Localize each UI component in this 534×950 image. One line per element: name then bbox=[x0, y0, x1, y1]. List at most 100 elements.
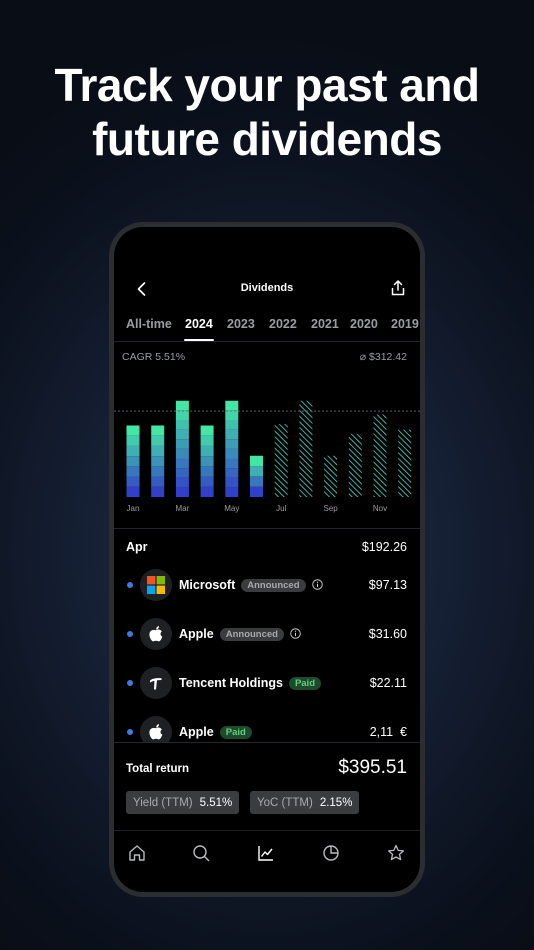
tab-2023[interactable]: 2023 bbox=[227, 317, 255, 331]
yield-label: Yield (TTM) bbox=[133, 796, 193, 809]
tick-label-sep: Sep bbox=[323, 504, 338, 513]
bar-segment bbox=[126, 425, 140, 436]
dividend-amount: $97.13 bbox=[368, 578, 407, 592]
company-name-text: Tencent Holdings bbox=[179, 676, 283, 690]
yoc-value: 2.15% bbox=[319, 796, 353, 809]
bar-segment bbox=[126, 466, 140, 477]
pie-chart-icon[interactable] bbox=[320, 842, 342, 864]
share-icon[interactable] bbox=[388, 278, 408, 298]
chart-divider bbox=[114, 528, 420, 529]
tick-label-nov: Nov bbox=[372, 504, 388, 513]
headline: Track your past and future dividends bbox=[0, 58, 534, 166]
bar-segment bbox=[175, 448, 189, 459]
bar-aug[interactable] bbox=[299, 400, 313, 497]
bar-segment bbox=[175, 400, 189, 411]
chart-x-axis: Jan Mar May Jul Sep Nov bbox=[114, 504, 420, 516]
phone-screen: Dividends All-time 2024 2023 2022 2021 2… bbox=[114, 227, 420, 892]
company-name: Apple Announced bbox=[179, 627, 301, 641]
yoc-label: YoC (TTM) bbox=[257, 796, 313, 809]
bar-segment bbox=[151, 456, 165, 467]
chart-icon[interactable] bbox=[255, 842, 277, 864]
yield-chip: Yield (TTM) 5.51% bbox=[126, 791, 240, 814]
bar-segment bbox=[175, 410, 189, 420]
list-item[interactable]: Microsoft Announced $97.13 bbox=[114, 566, 420, 604]
bar-segment bbox=[225, 410, 239, 420]
bar-dec[interactable] bbox=[398, 429, 412, 497]
bar-segment bbox=[175, 458, 189, 469]
status-badge: Announced bbox=[241, 579, 306, 592]
dividend-list[interactable]: Microsoft Announced $97.13 Apple Announced… bbox=[114, 560, 420, 742]
bar-nov[interactable] bbox=[373, 414, 387, 498]
dividend-amount: 2,11 € bbox=[369, 725, 407, 739]
company-name-text: Apple bbox=[179, 627, 214, 641]
status-dot bbox=[127, 631, 133, 637]
search-icon[interactable] bbox=[190, 842, 212, 864]
bar-segment bbox=[175, 468, 189, 478]
bar-jul[interactable] bbox=[274, 424, 288, 497]
bar-segment bbox=[126, 456, 140, 467]
page-title: Dividends bbox=[240, 282, 294, 294]
bar-segment bbox=[126, 445, 140, 457]
bar-segment bbox=[175, 420, 189, 430]
bar-mar[interactable] bbox=[175, 400, 189, 497]
cagr-label: CAGR 5.51% bbox=[122, 351, 186, 363]
bar-feb[interactable] bbox=[151, 425, 165, 498]
bar-segment bbox=[225, 400, 239, 411]
list-item[interactable]: Tencent Holdings Paid $22.11 bbox=[114, 664, 420, 702]
bar-segment bbox=[200, 435, 214, 446]
tab-2024[interactable]: 2024 bbox=[185, 317, 213, 331]
total-return-value: $395.51 bbox=[338, 757, 407, 778]
bar-apr[interactable] bbox=[200, 425, 214, 498]
company-name: Microsoft Announced bbox=[179, 578, 323, 592]
bar-segment bbox=[151, 476, 165, 487]
bar-forecast bbox=[299, 400, 313, 497]
bar-segment bbox=[225, 487, 239, 497]
tabs-divider bbox=[114, 341, 420, 342]
bar-segment bbox=[225, 429, 239, 440]
bar-segment bbox=[250, 476, 263, 487]
tick-label-jan: Jan bbox=[126, 504, 140, 513]
bar-segment bbox=[250, 486, 263, 497]
star-icon[interactable] bbox=[385, 842, 407, 864]
list-item[interactable]: Apple Announced $31.60 bbox=[114, 615, 420, 653]
bar-segment bbox=[225, 477, 239, 488]
tab-2022[interactable]: 2022 bbox=[269, 317, 297, 331]
bar-jan[interactable] bbox=[126, 425, 140, 498]
bar-jun[interactable] bbox=[250, 455, 263, 497]
bar-forecast bbox=[398, 429, 412, 497]
microsoft-logo-icon bbox=[140, 569, 172, 601]
summary-divider bbox=[114, 742, 420, 743]
info-icon[interactable] bbox=[290, 628, 301, 639]
headline-line-1: Track your past and bbox=[54, 59, 480, 111]
tab-2019[interactable]: 2019 bbox=[391, 317, 419, 331]
list-item[interactable]: Apple Paid 2,11 € bbox=[114, 713, 420, 742]
bar-segment bbox=[175, 429, 189, 440]
bar-segment bbox=[175, 487, 189, 497]
dividend-amount: $22.11 bbox=[369, 676, 407, 690]
bar-segment bbox=[175, 477, 189, 488]
tab-2021[interactable]: 2021 bbox=[311, 317, 339, 331]
bar-segment bbox=[225, 468, 239, 478]
bar-segment bbox=[200, 425, 214, 436]
company-name: Tencent Holdings Paid bbox=[179, 676, 321, 690]
bar-may[interactable] bbox=[225, 400, 239, 497]
bar-segment bbox=[225, 458, 239, 469]
bar-sep[interactable] bbox=[324, 455, 338, 497]
bar-forecast bbox=[373, 414, 387, 497]
tab-all-time[interactable]: All-time bbox=[126, 317, 172, 331]
bar-segment bbox=[225, 448, 239, 459]
tab-2020[interactable]: 2020 bbox=[350, 317, 378, 331]
status-dot bbox=[127, 729, 133, 735]
status-dot bbox=[127, 582, 133, 588]
apple-logo-icon bbox=[140, 618, 172, 650]
dividends-bar-chart bbox=[114, 400, 420, 498]
company-name-text: Apple bbox=[179, 725, 214, 739]
bar-segment bbox=[151, 425, 165, 436]
company-name: Apple Paid bbox=[179, 725, 252, 739]
total-return-label: Total return bbox=[126, 763, 190, 775]
home-icon[interactable] bbox=[126, 842, 148, 864]
month-total: $192.26 bbox=[361, 540, 407, 554]
bar-oct[interactable] bbox=[348, 433, 362, 497]
bar-segment bbox=[126, 435, 140, 446]
info-icon[interactable] bbox=[311, 579, 323, 590]
